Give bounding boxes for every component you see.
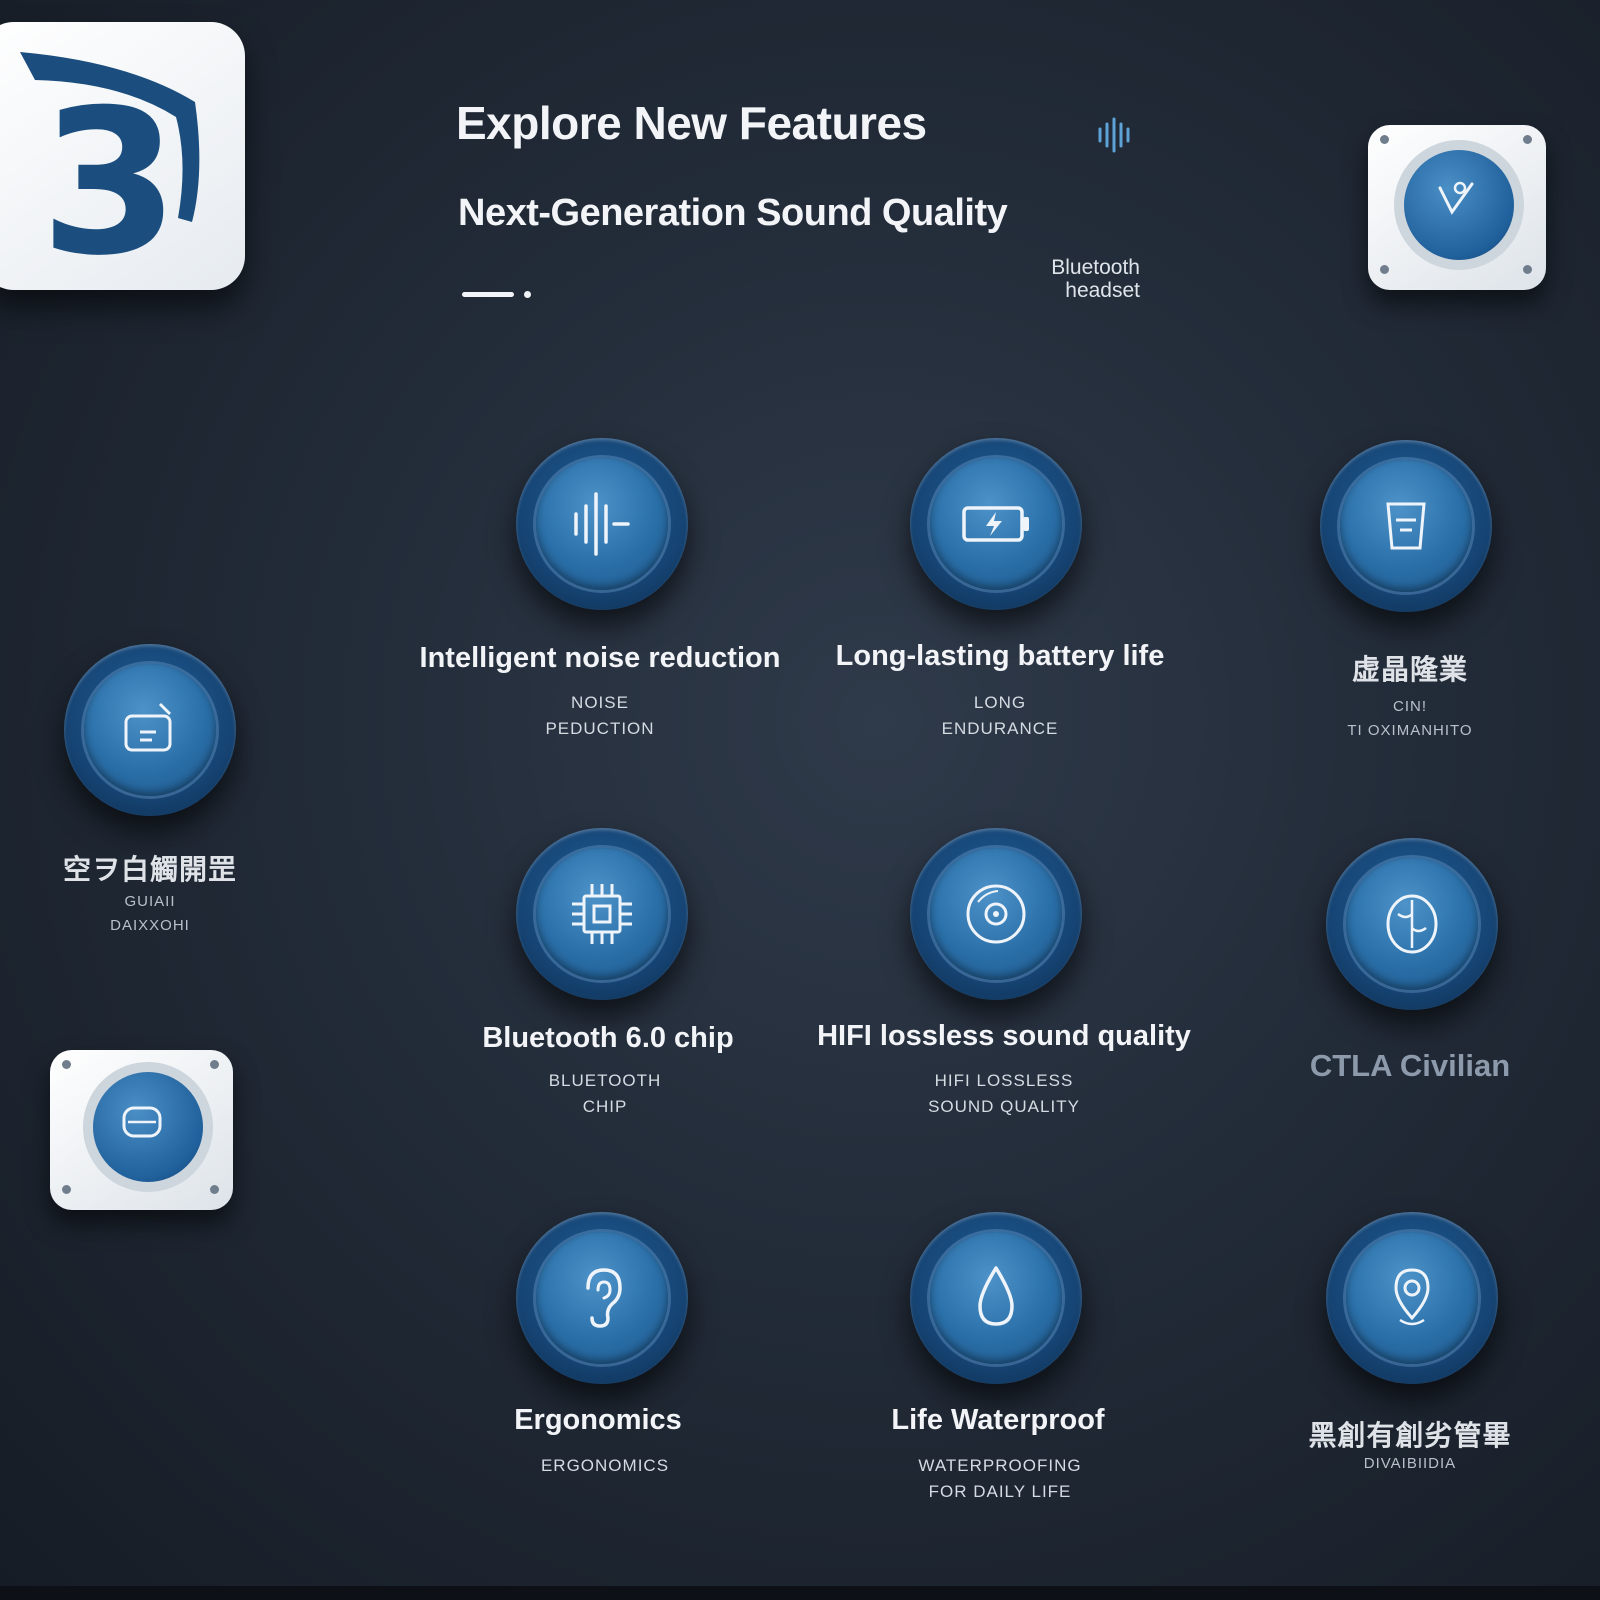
feature-label: Ergonomics <box>514 1404 682 1436</box>
feature-label: HIFI lossless sound quality <box>817 1020 1191 1052</box>
waterproof-button[interactable] <box>910 1212 1082 1384</box>
ear-icon <box>586 1268 622 1328</box>
right-bottom-glyph-label: 黑創有創劣管畢 <box>1308 1420 1512 1451</box>
feature-sub-label: LONG ENDURANCE <box>941 693 1059 738</box>
right-top-glyph-sub: CIN! TI OXIMANHITO <box>1347 698 1473 739</box>
feature-label: Bluetooth 6.0 chip <box>482 1022 734 1054</box>
feature-label: Life Waterproof <box>891 1404 1105 1436</box>
right-bottom-glyph-sub: DIVAIBIIDIA <box>1363 1455 1457 1472</box>
bottom-edge-bar <box>0 1586 1600 1600</box>
noise-reduction-button[interactable] <box>516 438 688 610</box>
logo-number: 3 <box>40 67 180 300</box>
hardware-tile-top-right <box>1368 125 1546 290</box>
battery-life-button[interactable] <box>910 438 1082 610</box>
disc-icon <box>966 884 1026 944</box>
hifi-sound-button[interactable] <box>910 828 1082 1000</box>
battery-icon <box>962 506 1029 542</box>
feature-label: Long-lasting battery life <box>835 640 1165 672</box>
right-top-button[interactable] <box>1320 440 1492 612</box>
feature-sub-label: HIFI LOSSLESS SOUND QUALITY <box>928 1071 1080 1116</box>
left-glyph-label: 空ヲ白觸開罡 <box>62 854 237 885</box>
chip-icon <box>572 884 632 944</box>
location-pin-icon <box>1394 1268 1430 1326</box>
headphone-check-icon <box>1438 181 1474 215</box>
left-middle-button[interactable] <box>64 644 236 816</box>
left-glyph-sub: GUIAII DAIXXOHI <box>110 893 190 934</box>
page-title: Explore New Features <box>456 97 927 149</box>
feature-sub-label: NOISE PEDUCTION <box>545 693 655 738</box>
page-subtitle: Next-Generation Sound Quality <box>458 192 1008 234</box>
sound-wave-icon <box>574 492 630 556</box>
product-tag: Bluetooth headset <box>1000 256 1140 302</box>
logo-tile: 3 <box>0 22 245 290</box>
feature-sub-label: WATERPROOFING FOR DAILY LIFE <box>918 1456 1082 1501</box>
feature-sub-label: BLUETOOTH CHIP <box>548 1071 662 1116</box>
right-bottom-button[interactable] <box>1326 1212 1498 1384</box>
right-middle-button[interactable] <box>1326 838 1498 1010</box>
bluetooth-chip-button[interactable] <box>516 828 688 1000</box>
water-drop-icon <box>978 1266 1014 1326</box>
right-middle-label: CTLA Civilian <box>1309 1048 1511 1083</box>
product-tag-line1: Bluetooth <box>1051 256 1140 279</box>
product-tag-line2: headset <box>1065 279 1140 302</box>
right-top-glyph-label: 虚晶隆業 <box>1351 654 1468 685</box>
hardware-tile-bottom-left <box>50 1050 233 1210</box>
case-icon <box>122 1106 162 1138</box>
ergonomics-button[interactable] <box>516 1212 688 1384</box>
feature-sub-label: ERGONOMICS <box>540 1456 670 1475</box>
title-underline <box>462 292 514 297</box>
title-underline-dot <box>524 291 531 298</box>
feature-label: Intelligent noise reduction <box>419 642 781 674</box>
case-edit-icon <box>124 702 172 752</box>
brain-icon <box>1386 894 1438 954</box>
sound-wave-mini-icon <box>1096 115 1138 160</box>
glass-icon <box>1386 502 1426 550</box>
